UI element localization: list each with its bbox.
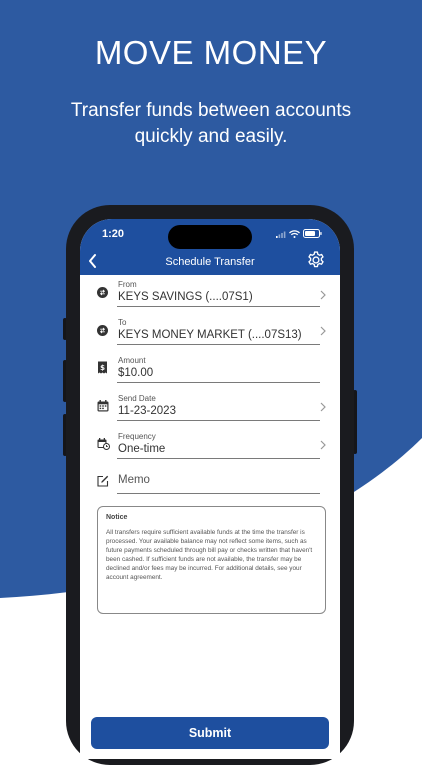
promo-subline: Transfer funds between accounts quickly … (0, 98, 422, 150)
memo-field[interactable]: Memo (80, 467, 340, 501)
status-icons (276, 229, 322, 238)
memo-placeholder: Memo (118, 474, 150, 486)
phone-screen: 1:20 Schedule Transfer From KEYS SAVINGS… (80, 219, 340, 759)
chevron-right-icon (320, 290, 326, 300)
amount-label: Amount (118, 356, 146, 365)
calendar-recurring-icon (97, 438, 110, 450)
wifi-icon (289, 229, 300, 238)
promo-subline-line-2: quickly and easily. (134, 126, 288, 147)
dynamic-island (168, 225, 252, 249)
frequency-underline (117, 458, 320, 459)
battery-icon (303, 229, 322, 238)
from-underline (117, 306, 320, 307)
send-date-field[interactable]: Send Date 11-23-2023 (80, 391, 340, 425)
status-time: 1:20 (102, 228, 125, 240)
from-account-field[interactable]: From KEYS SAVINGS (....07S1) (80, 277, 340, 311)
chevron-right-icon (320, 326, 326, 336)
from-value: KEYS SAVINGS (....07S1) (118, 291, 253, 303)
amount-underline (117, 382, 320, 383)
notice-text: All transfers require sufficient availab… (106, 529, 313, 581)
to-account-field[interactable]: To KEYS MONEY MARKET (....07S13) (80, 315, 340, 349)
memo-underline (117, 493, 320, 494)
calendar-icon (97, 400, 109, 412)
svg-text:$: $ (100, 364, 105, 372)
frequency-label: Frequency (118, 432, 156, 441)
amount-value: $10.00 (118, 367, 154, 379)
send-date-underline (117, 420, 320, 421)
dollar-receipt-icon: $ (98, 361, 107, 374)
to-underline (117, 344, 320, 345)
send-date-label: Send Date (118, 394, 156, 403)
signal-icon (276, 231, 286, 238)
transfer-icon (97, 287, 108, 298)
notice-box: Notice All transfers require sufficient … (97, 506, 326, 614)
gear-icon[interactable] (306, 250, 326, 270)
chevron-right-icon (320, 440, 326, 450)
edit-note-icon (97, 475, 109, 487)
amount-field[interactable]: $ Amount $10.00 (80, 353, 340, 387)
promo-headline: MOVE MONEY (94, 34, 328, 71)
frequency-field[interactable]: Frequency One-time (80, 429, 340, 463)
send-date-value: 11-23-2023 (118, 405, 176, 417)
to-label: To (118, 318, 127, 327)
chevron-right-icon (320, 402, 326, 412)
app-header: 1:20 Schedule Transfer (80, 219, 340, 275)
from-label: From (118, 280, 137, 289)
transfer-icon (97, 325, 108, 336)
notice-title: Notice (106, 514, 128, 521)
to-value: KEYS MONEY MARKET (....07S13) (118, 329, 302, 341)
promo-subline-line-1: Transfer funds between accounts (70, 100, 352, 121)
submit-button[interactable]: Submit (91, 717, 329, 749)
page-title: Schedule Transfer (165, 256, 255, 268)
frequency-value: One-time (118, 443, 166, 455)
